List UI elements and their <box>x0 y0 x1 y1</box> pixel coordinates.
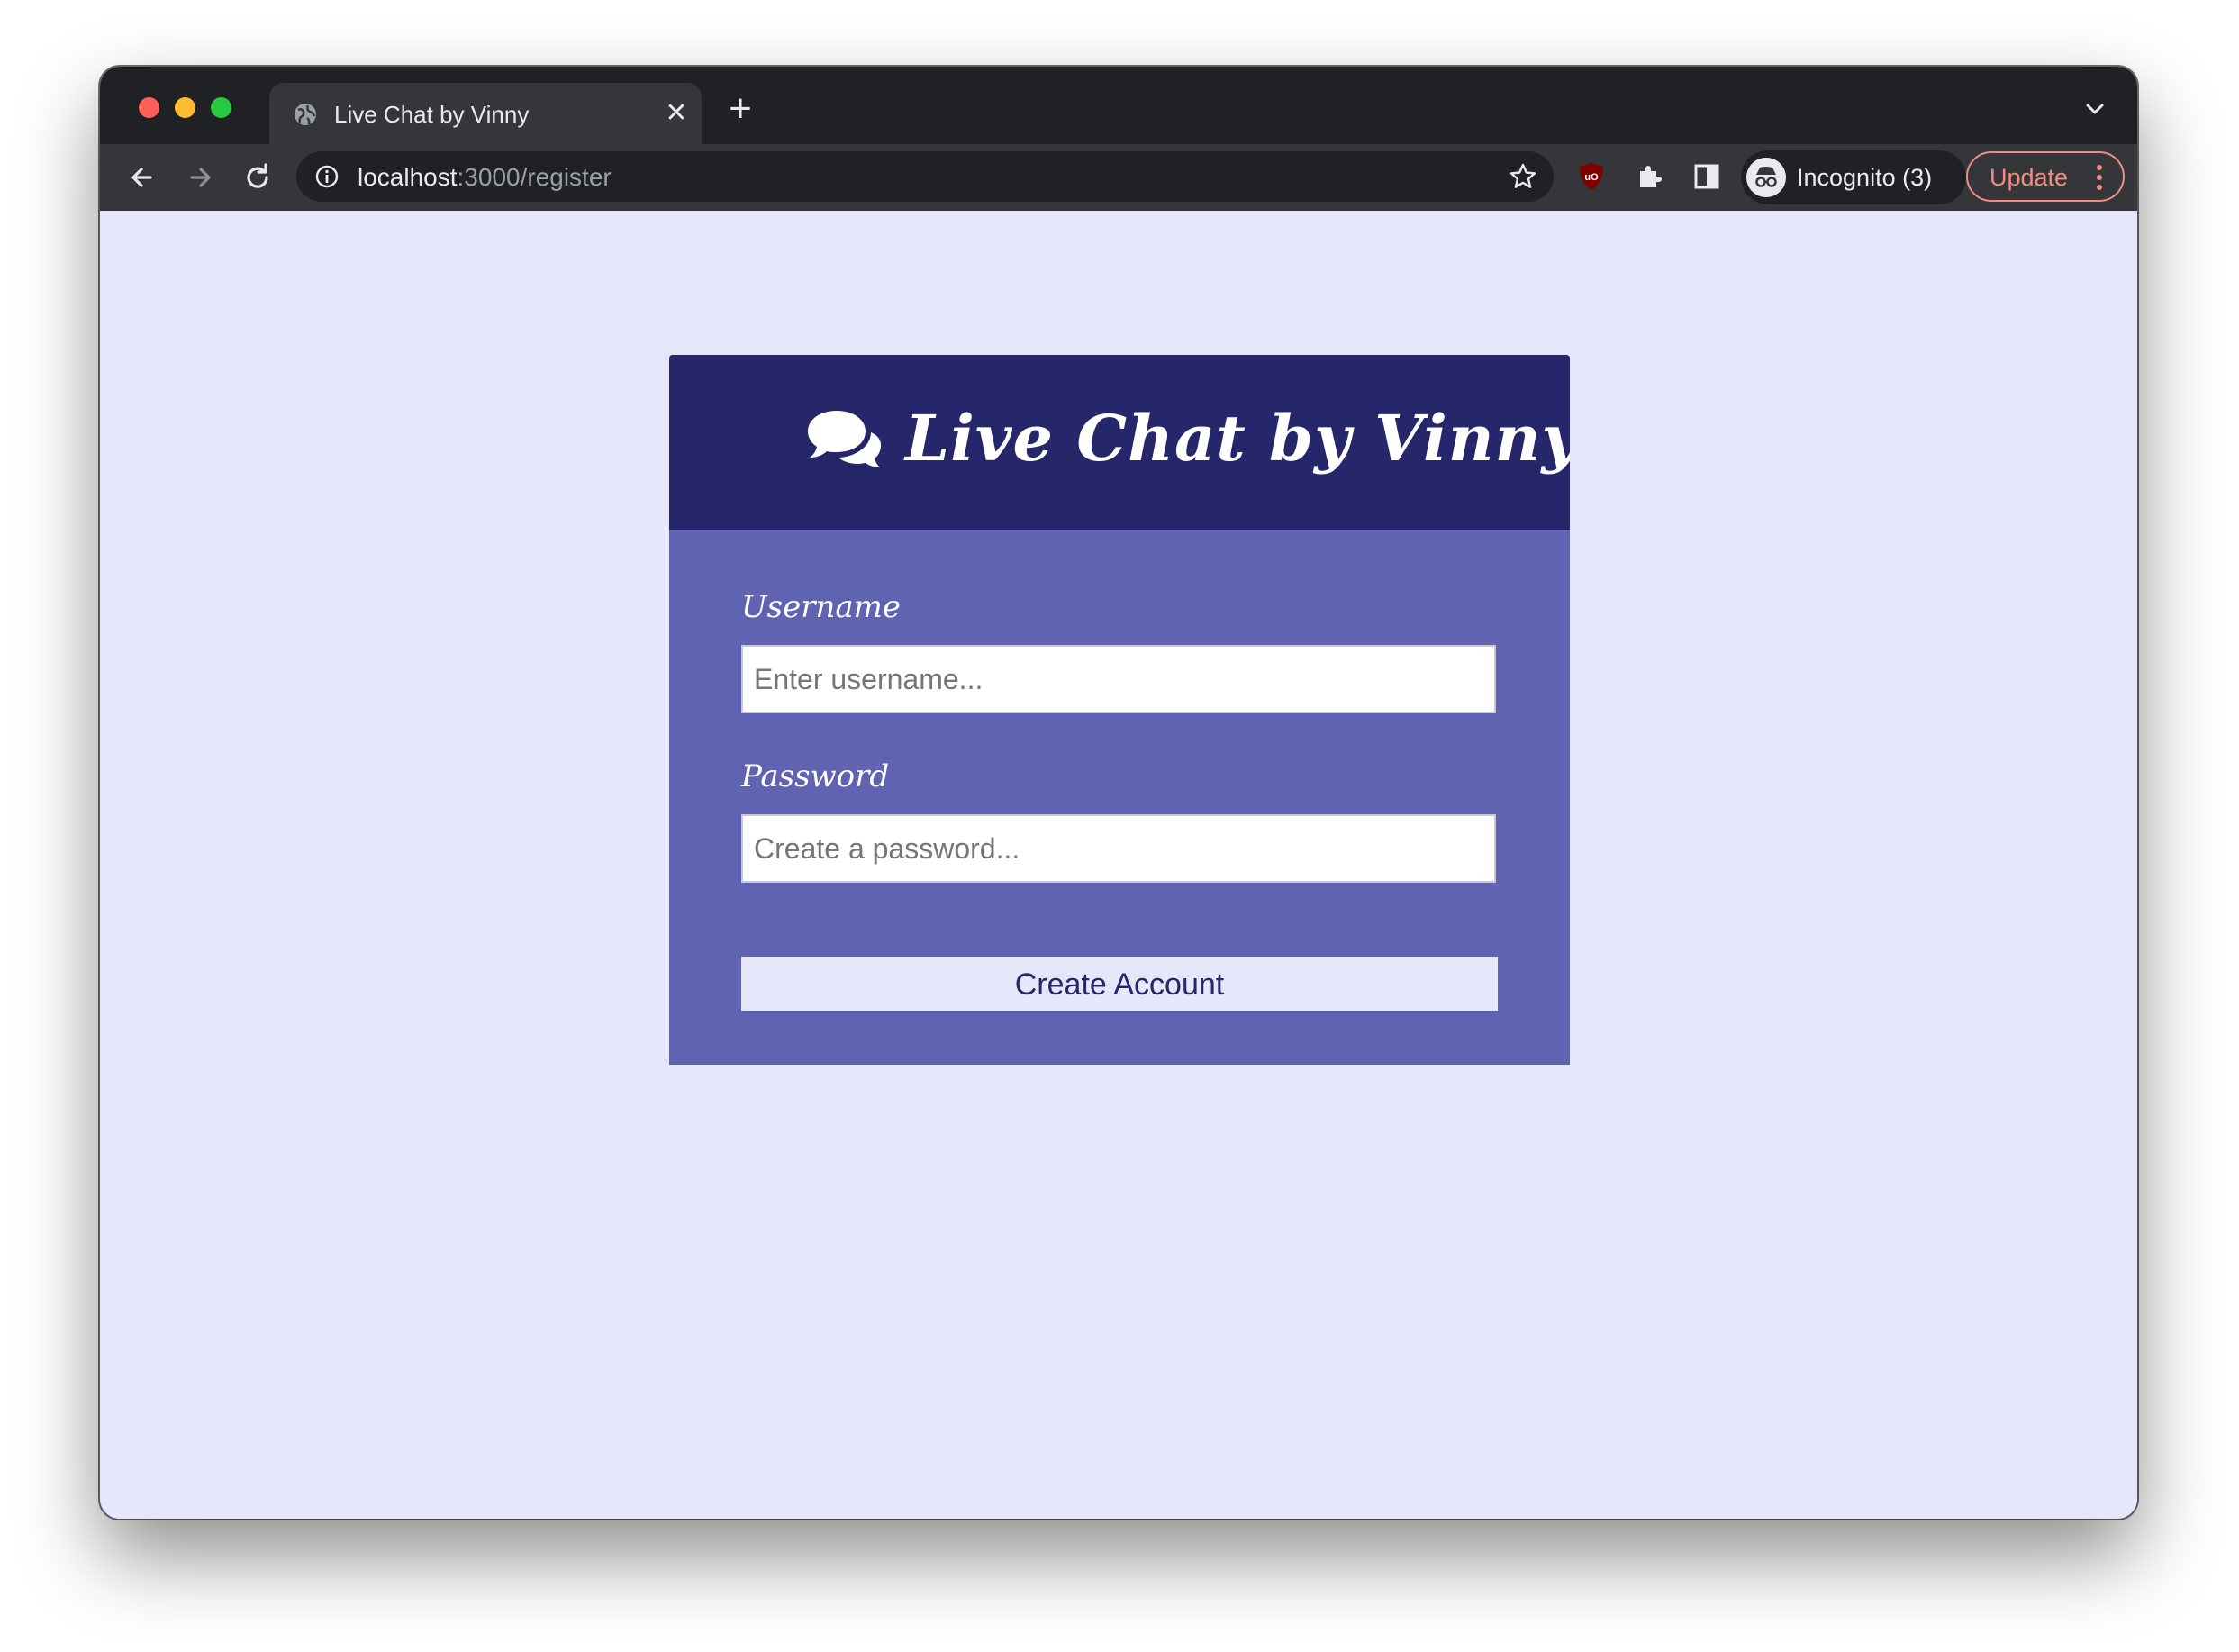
update-button[interactable]: Update <box>1966 151 2125 202</box>
password-input[interactable] <box>741 814 1496 883</box>
minimize-window-button[interactable] <box>175 97 195 118</box>
forward-arrow-icon[interactable] <box>181 159 219 196</box>
close-tab-icon[interactable]: ✕ <box>662 99 691 128</box>
ublock-shield-icon[interactable]: uO <box>1575 160 1608 193</box>
address-bar[interactable]: localhost:3000/register <box>296 151 1554 202</box>
create-account-button[interactable]: Create Account <box>741 957 1498 1011</box>
url-host: localhost <box>358 163 458 191</box>
username-label: Username <box>741 589 902 625</box>
svg-text:uO: uO <box>1584 172 1599 183</box>
update-label: Update <box>1990 164 2069 191</box>
extensions-puzzle-icon[interactable] <box>1633 160 1665 193</box>
tab-title: Live Chat by Vinny <box>334 101 530 128</box>
new-tab-button[interactable]: + <box>725 89 756 129</box>
browser-toolbar: localhost:3000/register uO Incognito (3)… <box>100 144 2137 211</box>
register-card: Live Chat by Vinny Username Password Cre… <box>669 355 1570 1065</box>
tab-strip: Live Chat by Vinny ✕ + <box>100 67 2137 144</box>
incognito-profile-button[interactable]: Incognito (3) <box>1741 150 1966 204</box>
reload-icon[interactable] <box>239 159 276 196</box>
url-path: :3000/register <box>457 163 612 191</box>
comments-icon <box>808 411 881 467</box>
profile-label: Incognito (3) <box>1797 164 1933 191</box>
more-menu-icon[interactable] <box>2096 164 2103 191</box>
globe-icon <box>295 104 316 125</box>
bookmark-star-icon[interactable] <box>1509 162 1537 191</box>
maximize-window-button[interactable] <box>211 97 231 118</box>
incognito-icon <box>1746 158 1786 197</box>
page-content: Live Chat by Vinny Username Password Cre… <box>100 211 2137 1519</box>
back-arrow-icon[interactable] <box>123 159 161 196</box>
close-window-button[interactable] <box>139 97 159 118</box>
password-label: Password <box>741 758 890 794</box>
tab-search-chevron-icon[interactable] <box>2083 97 2107 121</box>
card-header: Live Chat by Vinny <box>669 355 1570 530</box>
url-text: localhost:3000/register <box>358 162 612 193</box>
app-title: Live Chat by Vinny <box>905 401 1570 476</box>
browser-tab[interactable]: Live Chat by Vinny ✕ <box>269 83 702 144</box>
username-input[interactable] <box>741 645 1496 713</box>
site-info-icon[interactable] <box>314 164 340 189</box>
side-panel-icon[interactable] <box>1691 160 1723 193</box>
browser-window: Live Chat by Vinny ✕ + localhost:3000/re… <box>100 67 2137 1519</box>
